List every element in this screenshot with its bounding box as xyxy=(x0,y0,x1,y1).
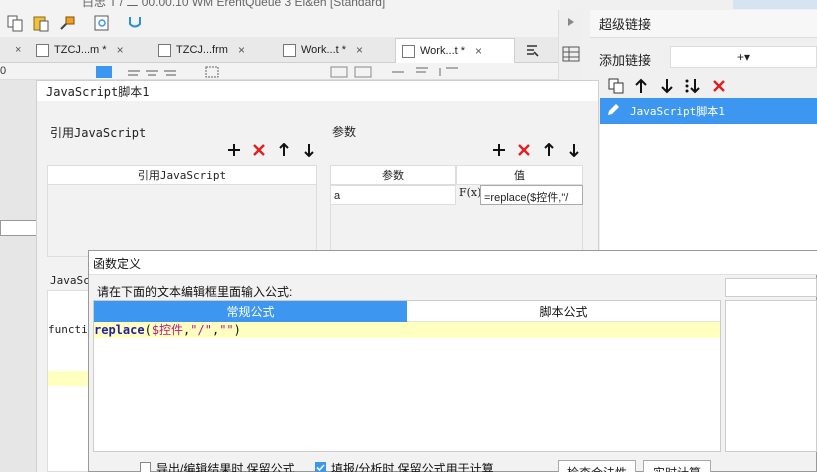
function-list-panel[interactable] xyxy=(725,300,817,452)
merge-icon[interactable] xyxy=(126,14,144,32)
close-icon[interactable]: × xyxy=(475,44,482,58)
hyperlink-panel-title: 超级链接 xyxy=(599,17,652,32)
table-icon[interactable] xyxy=(330,66,374,79)
script-label: JavaSc xyxy=(50,274,90,287)
editor-tab-1[interactable]: TZCJ...m * × xyxy=(30,38,150,62)
script-current-line xyxy=(48,371,88,386)
function-dialog-titlebar xyxy=(89,251,817,275)
file-icon xyxy=(36,43,49,57)
main-toolbar xyxy=(0,10,560,37)
editor-tab-3[interactable]: Work...t * × xyxy=(277,38,394,62)
grid-file-icon xyxy=(402,44,415,58)
paste-icon[interactable] xyxy=(32,14,50,32)
link-item[interactable]: JavaScript脚本1 xyxy=(600,98,817,124)
ref-js-column-header: 引用JavaScript xyxy=(47,165,317,185)
formula-arg: "" xyxy=(219,323,234,337)
param-value-header: 值 xyxy=(456,165,583,185)
preview-icon[interactable] xyxy=(93,14,111,32)
tab-list-icon[interactable] xyxy=(525,43,539,60)
function-search-input[interactable] xyxy=(725,278,817,297)
realtime-calc-button[interactable]: 实时计算 xyxy=(643,460,711,472)
params-label: 参数 xyxy=(332,125,357,139)
move-down-icon[interactable] xyxy=(565,141,583,159)
tab-script-formula[interactable]: 脚本公式 xyxy=(407,301,720,322)
delete-icon[interactable] xyxy=(515,141,533,159)
keep-formula-fill-checkbox[interactable] xyxy=(315,462,326,472)
editor-tabs: × TZCJ...m * × TZCJ...frm × Work...t * ×… xyxy=(0,37,560,63)
ref-js-list[interactable] xyxy=(47,185,317,257)
formula-text[interactable]: replace($控件,"/","") xyxy=(94,322,241,338)
copy-icon[interactable] xyxy=(6,14,24,32)
link-toolbar xyxy=(600,74,817,98)
param-name-cell[interactable]: a xyxy=(330,185,456,205)
add-link-label: 添加链接 xyxy=(599,53,652,68)
delete-icon[interactable] xyxy=(710,77,728,95)
file-icon xyxy=(158,43,171,57)
close-icon[interactable]: × xyxy=(238,43,245,57)
move-down-icon[interactable] xyxy=(300,141,318,159)
add-icon[interactable] xyxy=(225,141,243,159)
user-area xyxy=(733,0,817,9)
sort-down-icon[interactable] xyxy=(684,77,702,95)
close-icon[interactable]: × xyxy=(356,43,363,57)
window-title: 白忠 T / 二 00.00.10 WM ErentQueue 3 El&eh … xyxy=(82,0,386,9)
param-value-input[interactable]: =replace($控件,"/ xyxy=(480,185,583,205)
add-link-button[interactable]: +▾ xyxy=(670,46,817,68)
move-up-icon[interactable] xyxy=(632,77,650,95)
keep-formula-fill-label: 填报/分析时,保留公式用于计算 xyxy=(331,462,494,472)
format-painter-icon[interactable] xyxy=(58,14,76,32)
copy-icon[interactable] xyxy=(607,77,625,95)
formula-prompt: 请在下面的文本编辑框里面输入公式: xyxy=(97,285,293,299)
border-icon[interactable] xyxy=(205,66,219,79)
ref-js-label: 引用JavaScript xyxy=(50,126,147,140)
window-title-bar: 白忠 T / 二 00.00.10 WM ErentQueue 3 El&eh … xyxy=(0,0,560,10)
edit-pen-icon xyxy=(606,103,620,120)
grid-file-icon xyxy=(283,43,296,57)
more-format-icon[interactable] xyxy=(390,66,470,79)
close-icon[interactable]: × xyxy=(117,43,124,57)
check-validity-button[interactable]: 检查合法性 xyxy=(558,460,636,472)
formula-arg: "/" xyxy=(190,323,212,337)
editor-tab-4[interactable]: Work...t * × xyxy=(395,38,515,63)
underline-icon[interactable] xyxy=(96,66,112,78)
param-name-header: 参数 xyxy=(330,165,456,185)
formula-function-name: replace xyxy=(94,323,145,337)
formula-arg: $控件 xyxy=(151,323,184,337)
tab-partial[interactable]: × xyxy=(5,38,21,62)
formula-icon[interactable]: F(x) xyxy=(458,186,481,204)
zoom-value[interactable]: 0 xyxy=(0,65,18,79)
delete-icon[interactable] xyxy=(250,141,268,159)
move-up-icon[interactable] xyxy=(540,141,558,159)
add-icon[interactable] xyxy=(490,141,508,159)
keep-formula-export-checkbox[interactable] xyxy=(140,462,151,472)
grid-panel-icon[interactable] xyxy=(562,46,580,65)
move-down-icon[interactable] xyxy=(658,77,676,95)
format-toolbar: 0 xyxy=(0,63,560,80)
move-up-icon[interactable] xyxy=(275,141,293,159)
editor-tab-2[interactable]: TZCJ...frm × xyxy=(152,38,277,62)
keep-formula-export-label: 导出/编辑结果时,保留公式 xyxy=(156,462,295,472)
javascript-dialog-title: JavaScript脚本1 xyxy=(46,85,150,99)
collapse-arrow-icon[interactable] xyxy=(567,16,575,30)
function-dialog-title: 函数定义 xyxy=(93,257,142,271)
tab-normal-formula[interactable]: 常规公式 xyxy=(94,301,407,322)
align-left-icon[interactable] xyxy=(128,68,178,79)
